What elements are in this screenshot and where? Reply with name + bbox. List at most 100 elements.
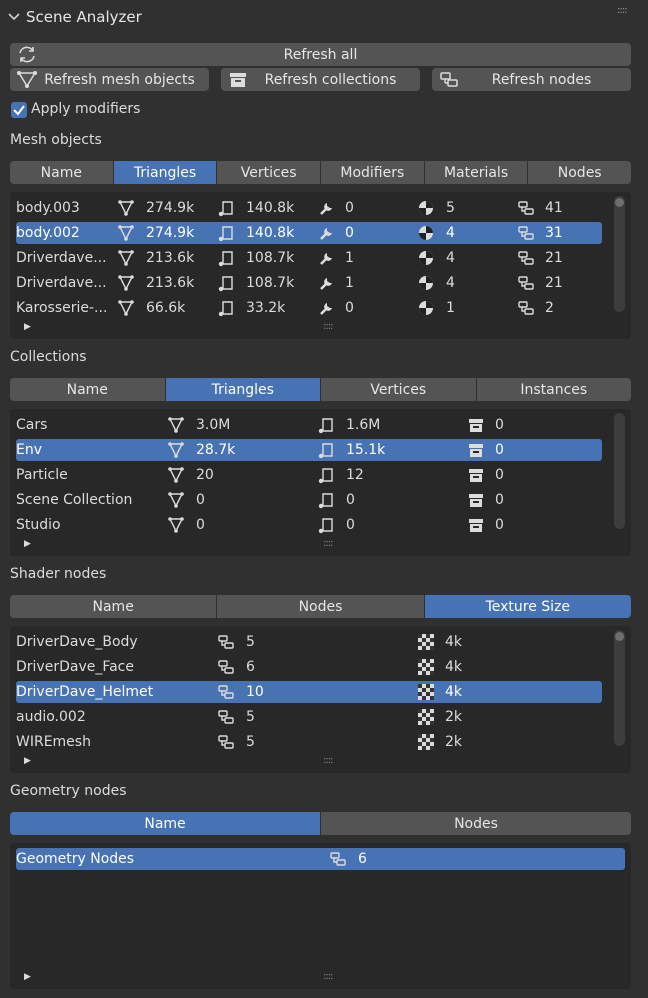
cell-verts: 12 <box>346 467 364 483</box>
triangles-icon <box>168 517 184 533</box>
shader-sort-tabs: Name Nodes Texture Size <box>10 595 631 618</box>
refresh-collections-button[interactable]: Refresh collections <box>221 68 420 91</box>
cell-tex: 4k <box>445 634 463 650</box>
cell-mats: 1 <box>446 300 455 316</box>
cell-tris: 3.0M <box>196 417 231 433</box>
collections-sort-tabs: Name Triangles Vertices Instances <box>10 378 631 401</box>
panel-title: Scene Analyzer <box>26 8 142 26</box>
expand-arrow-icon[interactable]: ▶ <box>24 322 31 332</box>
tab-col-vertices[interactable]: Vertices <box>321 378 476 401</box>
shader-nodes-list[interactable]: DriverDave_Body 5 4k DriverDave_Face 6 4k Driv… <box>10 626 631 773</box>
collections-list[interactable]: Cars 3.0M 1.6M 0 Env 28.7k 15.1k 0 Particle 20 12 0… <box>10 409 631 556</box>
cell-mods: 1 <box>345 275 354 291</box>
tab-col-name[interactable]: Name <box>10 378 165 401</box>
cell-nodes: 31 <box>545 225 563 241</box>
node-tree-icon <box>218 635 234 649</box>
tab-mesh-triangles[interactable]: Triangles <box>113 161 217 184</box>
tab-mesh-nodes[interactable]: Nodes <box>528 161 632 184</box>
node-tree-icon <box>218 685 234 699</box>
cell-inst: 0 <box>495 417 504 433</box>
collection-icon <box>469 494 483 507</box>
tab-geo-name[interactable]: Name <box>10 812 320 835</box>
list-item[interactable]: Driverdave... 213.6k 108.7k 1 4 21 <box>16 247 602 269</box>
cell-nodes: 21 <box>545 250 563 266</box>
refresh-all-button[interactable]: Refresh all <box>10 43 631 66</box>
shader-list-scrollbar[interactable] <box>614 630 625 746</box>
collections-list-scrollbar[interactable] <box>614 413 625 529</box>
tab-mesh-vertices[interactable]: Vertices <box>217 161 321 184</box>
tab-col-instances[interactable]: Instances <box>476 378 631 401</box>
cell-tex: 4k <box>445 684 463 700</box>
cell-nodes: 5 <box>246 709 255 725</box>
cell-mods: 1 <box>345 250 354 266</box>
list-item[interactable]: DriverDave_Face 6 4k <box>16 656 602 678</box>
tab-geo-nodes[interactable]: Nodes <box>321 812 631 835</box>
apply-modifiers-checkbox[interactable] <box>11 102 27 118</box>
resize-grip-icon[interactable]: :::: <box>323 755 334 766</box>
tab-shader-texture-size[interactable]: Texture Size <box>424 595 631 618</box>
texture-checker-icon <box>418 634 434 650</box>
cell-name: body.003 <box>16 200 80 216</box>
refresh-mesh-label: Refresh mesh objects <box>44 71 195 88</box>
list-item[interactable]: Driverdave... 213.6k 108.7k 1 4 21 <box>16 272 602 294</box>
list-item[interactable]: Particle 20 12 0 <box>16 464 602 486</box>
list-item[interactable]: DriverDave_Helmet 10 4k <box>16 681 602 703</box>
geometry-nodes-list[interactable]: Geometry Nodes 6 ▶ :::: <box>10 843 631 989</box>
list-item[interactable]: WIREmesh 5 2k <box>16 731 602 753</box>
tab-mesh-materials[interactable]: Materials <box>424 161 528 184</box>
cell-name: audio.002 <box>16 709 86 725</box>
list-item[interactable]: Studio 0 0 0 <box>16 514 602 536</box>
chevron-down-icon[interactable] <box>8 12 20 22</box>
texture-checker-icon <box>418 684 434 700</box>
cell-tris: 0 <box>196 517 205 533</box>
list-item[interactable]: Scene Collection 0 0 0 <box>16 489 602 511</box>
collection-icon <box>469 444 483 457</box>
triangles-icon <box>168 492 184 508</box>
vertices-icon <box>318 468 333 484</box>
list-item[interactable]: body.002 274.9k 140.8k 0 4 31 <box>16 222 602 244</box>
shader-nodes-heading: Shader nodes <box>10 566 107 582</box>
expand-arrow-icon[interactable]: ▶ <box>24 972 31 982</box>
list-item[interactable]: Geometry Nodes 6 <box>16 848 625 870</box>
wrench-icon <box>320 303 332 315</box>
list-item[interactable]: Cars 3.0M 1.6M 0 <box>16 414 602 436</box>
list-item[interactable]: audio.002 5 2k <box>16 706 602 728</box>
tab-shader-name[interactable]: Name <box>10 595 217 618</box>
wrench-icon <box>320 203 332 215</box>
texture-checker-icon <box>418 709 434 725</box>
mesh-icon <box>17 71 37 88</box>
list-item[interactable]: Env 28.7k 15.1k 0 <box>16 439 602 461</box>
tab-mesh-modifiers[interactable]: Modifiers <box>321 161 424 184</box>
resize-grip-icon[interactable]: :::: <box>323 538 334 549</box>
panel-header[interactable]: Scene Analyzer :::: <box>0 0 648 34</box>
cell-verts: 0 <box>346 517 355 533</box>
node-tree-icon <box>518 226 534 240</box>
tab-mesh-name[interactable]: Name <box>10 161 113 184</box>
resize-grip-icon[interactable]: :::: <box>323 971 334 982</box>
cell-nodes: 5 <box>246 634 255 650</box>
cell-tris: 213.6k <box>146 275 195 291</box>
list-item[interactable]: Karosserie-... 66.6k 33.2k 0 1 2 <box>16 297 602 319</box>
refresh-nodes-button[interactable]: Refresh nodes <box>432 68 631 91</box>
resize-grip-icon[interactable]: :::: <box>323 321 334 332</box>
cell-tris: 274.9k <box>146 225 195 241</box>
cell-verts: 108.7k <box>246 250 295 266</box>
node-tree-icon <box>218 710 234 724</box>
list-item[interactable]: DriverDave_Body 5 4k <box>16 631 602 653</box>
drag-handle-icon[interactable]: :::: <box>617 5 628 16</box>
expand-arrow-icon[interactable]: ▶ <box>24 539 31 549</box>
tab-col-triangles[interactable]: Triangles <box>165 378 320 401</box>
refresh-mesh-button[interactable]: Refresh mesh objects <box>10 68 209 91</box>
cell-verts: 140.8k <box>246 225 295 241</box>
material-icon <box>419 301 433 315</box>
cell-tris: 20 <box>196 467 214 483</box>
expand-arrow-icon[interactable]: ▶ <box>24 756 31 766</box>
vertices-icon <box>218 226 233 242</box>
cell-verts: 108.7k <box>246 275 295 291</box>
mesh-objects-list[interactable]: body.003 274.9k 140.8k 0 5 41 body.002 274.9k 14… <box>10 192 631 339</box>
texture-checker-icon <box>418 659 434 675</box>
mesh-list-scrollbar[interactable] <box>614 196 625 312</box>
node-tree-icon <box>518 301 534 315</box>
list-item[interactable]: body.003 274.9k 140.8k 0 5 41 <box>16 197 602 219</box>
tab-shader-nodes[interactable]: Nodes <box>217 595 424 618</box>
